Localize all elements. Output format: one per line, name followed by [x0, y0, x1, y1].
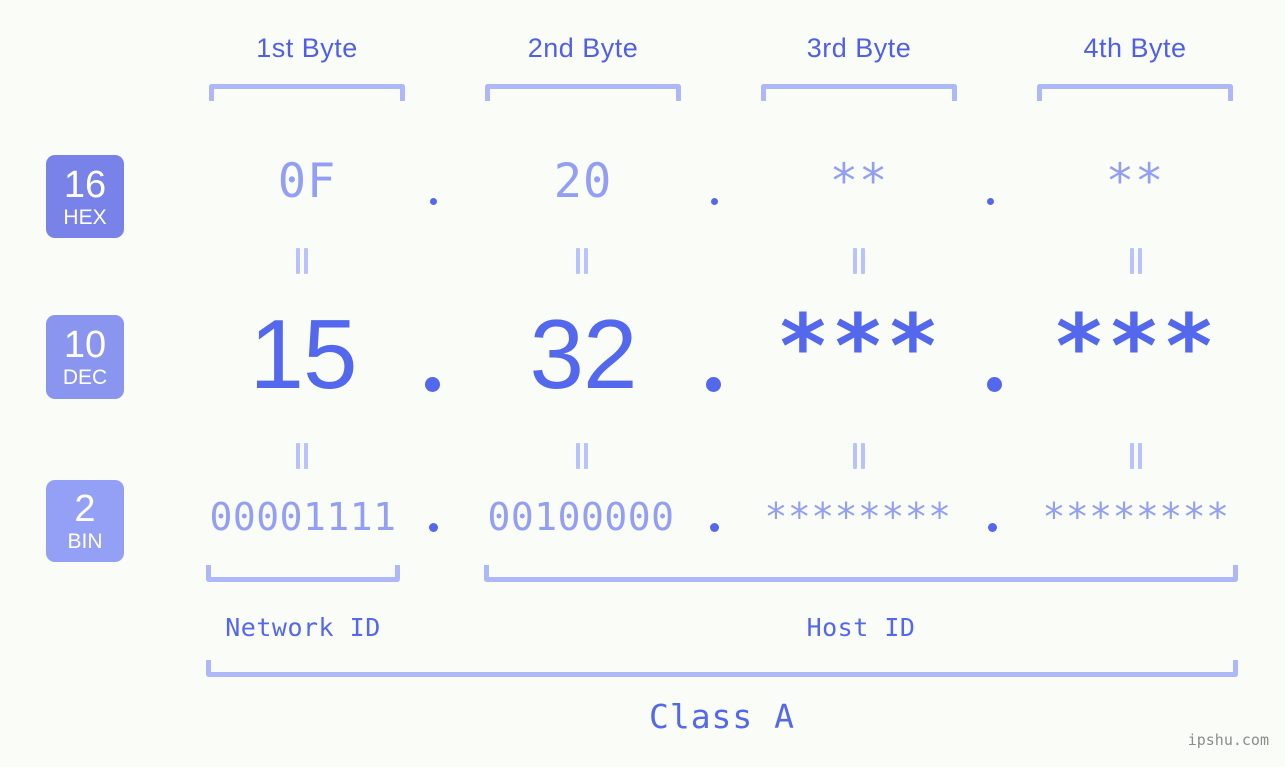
equals-marker-dec-bin-byte-4: [1128, 443, 1144, 469]
base-badge-bin: 2 BIN: [46, 480, 124, 562]
column-header-byte-2: 2nd Byte: [527, 33, 639, 63]
column-header-byte-3: 3rd Byte: [806, 33, 912, 63]
bin-value-byte-2: 00100000: [487, 495, 675, 539]
column-header-byte-4: 4th Byte: [1083, 33, 1187, 63]
byte-4-top-bracket: [1037, 84, 1233, 101]
base-badge-bin-label: BIN: [67, 530, 103, 553]
equals-marker-hex-dec-byte-4: [1128, 248, 1144, 274]
base-badge-bin-number: 2: [74, 488, 96, 530]
byte-2-top-bracket: [485, 84, 681, 101]
bin-separator-dot-1: [429, 523, 438, 532]
dec-separator-dot-1: [425, 377, 440, 392]
network-id-label: Network ID: [225, 613, 381, 642]
hex-value-byte-2: 20: [553, 154, 613, 209]
hex-separator-dot-2: [711, 198, 718, 205]
bin-value-byte-4: ********: [1042, 495, 1230, 539]
hex-separator-dot-1: [430, 198, 437, 205]
column-header-byte-1: 1st Byte: [256, 33, 358, 63]
hex-value-byte-1: 0F: [277, 154, 337, 209]
site-watermark: ipshu.com: [1187, 731, 1269, 749]
bin-value-byte-1: 00001111: [209, 495, 397, 539]
hex-value-byte-4: **: [1105, 154, 1165, 209]
host-id-label: Host ID: [806, 613, 916, 642]
byte-3-top-bracket: [761, 84, 957, 101]
dec-separator-dot-3: [987, 377, 1002, 392]
bin-separator-dot-3: [988, 523, 997, 532]
bin-value-byte-3: ********: [764, 495, 952, 539]
hex-separator-dot-3: [987, 198, 994, 205]
equals-marker-dec-bin-byte-2: [574, 443, 590, 469]
base-badge-dec: 10 DEC: [46, 315, 124, 399]
bin-separator-dot-2: [710, 523, 719, 532]
base-badge-hex-number: 16: [63, 163, 107, 206]
base-badge-hex: 16 HEX: [46, 155, 124, 238]
base-badge-dec-label: DEC: [62, 366, 108, 389]
equals-marker-dec-bin-byte-1: [294, 443, 310, 469]
host-id-bracket: [484, 565, 1238, 582]
dec-value-byte-1: 15: [249, 299, 357, 409]
class-bracket: [206, 660, 1238, 677]
equals-marker-hex-dec-byte-2: [574, 248, 590, 274]
base-badge-hex-label: HEX: [63, 205, 107, 229]
equals-marker-hex-dec-byte-3: [851, 248, 867, 274]
class-label: Class A: [648, 697, 796, 736]
dec-separator-dot-2: [706, 377, 721, 392]
byte-1-top-bracket: [209, 84, 405, 101]
dec-value-byte-2: 32: [529, 299, 637, 409]
dec-value-byte-4: ***: [1052, 295, 1218, 398]
equals-marker-hex-dec-byte-1: [294, 248, 310, 274]
hex-value-byte-3: **: [829, 154, 889, 209]
equals-marker-dec-bin-byte-3: [851, 443, 867, 469]
network-id-bracket: [206, 565, 400, 582]
dec-value-byte-3: ***: [776, 295, 942, 398]
ip-address-breakdown-diagram: 1st Byte 2nd Byte 3rd Byte 4th Byte 16 H…: [0, 0, 1285, 767]
base-badge-dec-number: 10: [63, 324, 107, 366]
